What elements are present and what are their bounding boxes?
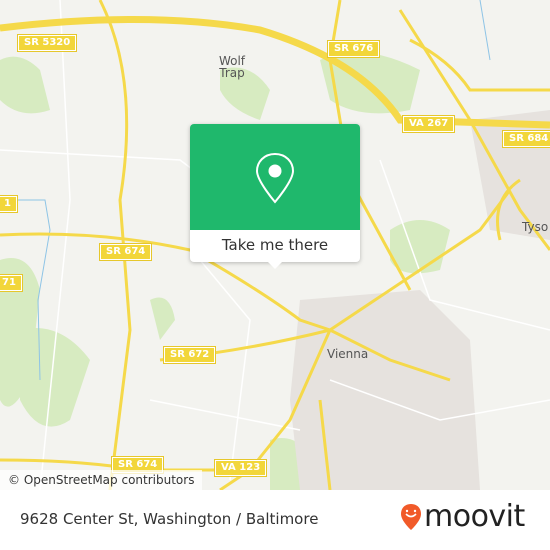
- route-shield-va267: VA 267: [401, 115, 456, 133]
- popup-header: [190, 124, 360, 230]
- osm-attribution[interactable]: © OpenStreetMap contributors: [0, 470, 203, 490]
- route-shield-sr676: SR 676: [326, 40, 381, 58]
- map[interactable]: SR 5320 SR 676 VA 267 SR 684 SR 674 SR 6…: [0, 0, 550, 490]
- moovit-logo: moovit: [400, 502, 525, 532]
- address-text: 9628 Center St, Washington / Baltimore: [20, 510, 319, 528]
- place-label-tysons: Tyso: [522, 220, 549, 234]
- route-shield-partial: 1: [0, 195, 18, 213]
- route-shield-sr5320: SR 5320: [16, 34, 78, 52]
- route-shield-va123: VA 123: [213, 459, 268, 477]
- route-shield-sr674: SR 674: [98, 243, 153, 261]
- moovit-pin-icon: [401, 504, 421, 530]
- footer: 9628 Center St, Washington / Baltimore m…: [0, 490, 550, 550]
- popup-pointer: [268, 262, 282, 269]
- route-shield-sr684: SR 684: [501, 130, 550, 148]
- route-shield-sr672: SR 672: [162, 346, 217, 364]
- moovit-wordmark: moovit: [424, 499, 525, 534]
- take-me-there-button[interactable]: Take me there: [190, 230, 360, 262]
- place-label-vienna: Vienna: [327, 347, 369, 361]
- route-shield-partial-71: 71: [0, 274, 23, 292]
- place-label-wolf-trap: Wolf Trap: [218, 54, 246, 80]
- map-pin-icon: [255, 152, 295, 204]
- location-popup: Take me there: [190, 124, 360, 269]
